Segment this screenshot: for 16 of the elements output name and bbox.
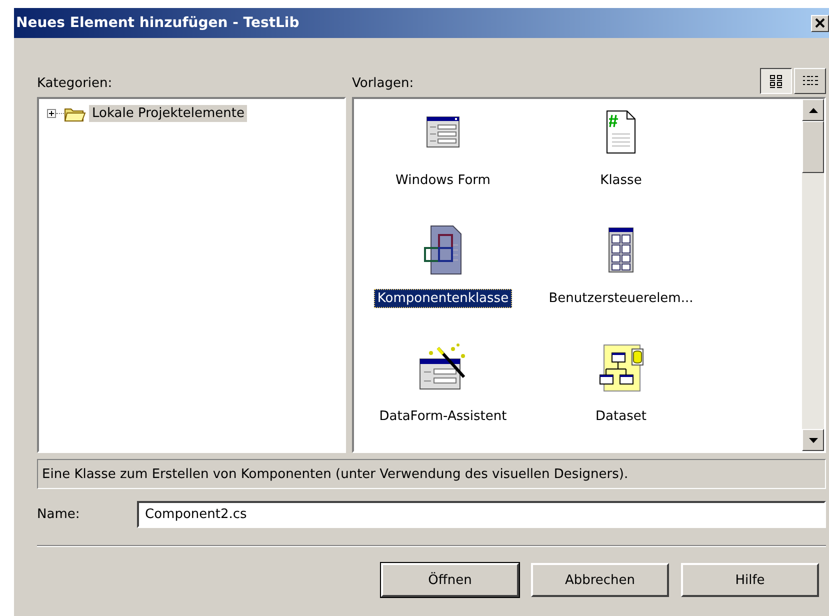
dialog-button[interactable]: Öffnen	[381, 563, 519, 597]
template-item[interactable]: Komponentenklasse	[374, 289, 512, 308]
template-item[interactable]: Windows Form	[392, 171, 494, 190]
templates-label: Vorlagen:	[352, 76, 414, 93]
template-item[interactable]: Klasse	[597, 171, 645, 190]
tree-item[interactable]: Lokale Projektelemente	[89, 105, 248, 122]
categories-label: Kategorien:	[37, 76, 112, 93]
template-item[interactable]: Dataset	[592, 407, 650, 426]
name-label: Name:	[37, 507, 81, 522]
template-item[interactable]: DataForm-Assistent	[376, 407, 510, 426]
dialog-button[interactable]: Abbrechen	[531, 563, 669, 597]
name-field[interactable]: Component2.cs	[137, 501, 826, 528]
template-item[interactable]: Benutzersteuerelem...	[546, 289, 696, 308]
description-text: Eine Klasse zum Erstellen von Komponenten (unter Verwendung des visuellen Designers).	[37, 459, 826, 489]
dialog-button[interactable]: Hilfe	[681, 563, 819, 597]
window-title: Neues Element hinzufügen - TestLib	[16, 15, 300, 31]
